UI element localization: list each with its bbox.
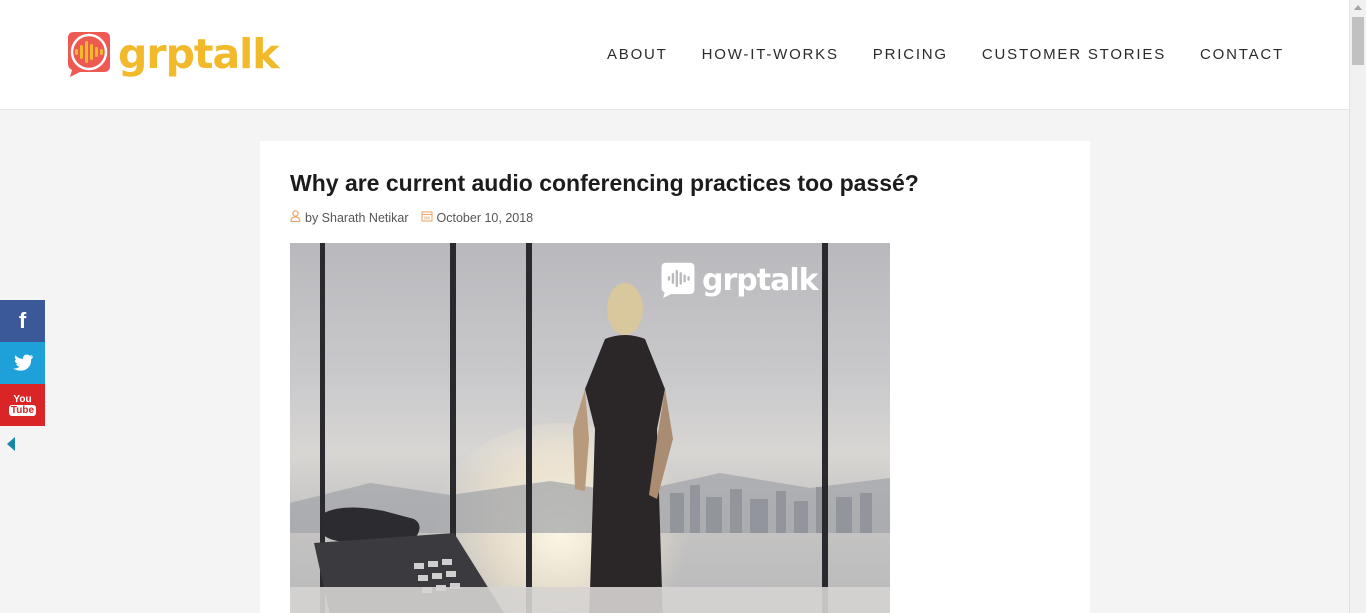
twitter-button[interactable] [0, 342, 45, 384]
nav-item-customer-stories[interactable]: CUSTOMER STORIES [982, 46, 1166, 63]
post-card: Why are current audio conferencing pract… [260, 141, 1090, 613]
post-title[interactable]: Why are current audio conferencing pract… [290, 170, 919, 197]
logo-wordmark: grptalk [118, 30, 280, 78]
window-frame [526, 243, 532, 613]
page-scrollbar[interactable] [1349, 0, 1366, 613]
post-meta: by Sharath Netikar October 10, 2018 [290, 210, 533, 225]
nav-item-contact[interactable]: CONTACT [1200, 46, 1284, 63]
window-frame [822, 243, 828, 613]
image-logo-text: grptalk [702, 262, 819, 298]
scroll-thumb[interactable] [1352, 17, 1364, 65]
twitter-icon [12, 354, 33, 371]
calendar-icon [420, 210, 433, 225]
youtube-you-text: You [13, 394, 32, 405]
scroll-up-arrow-icon[interactable] [1354, 5, 1362, 10]
site-header: grptalk ABOUT HOW-IT-WORKS PRICING CUSTO… [0, 0, 1349, 110]
image-watermark-logo: grptalk [660, 261, 819, 299]
post-date: October 10, 2018 [436, 210, 534, 225]
desk-surface [290, 587, 890, 613]
nav-item-how-it-works[interactable]: HOW-IT-WORKS [702, 46, 839, 63]
site-logo[interactable]: grptalk [66, 30, 280, 78]
grptalk-logo-white-icon [661, 262, 695, 298]
user-icon [290, 210, 301, 225]
hide-share-bar-arrow-icon[interactable] [7, 437, 15, 451]
youtube-icon: You Tube [8, 394, 37, 416]
featured-image[interactable]: grptalk [290, 243, 890, 613]
facebook-icon: f [18, 308, 27, 333]
nav-item-pricing[interactable]: PRICING [873, 46, 948, 63]
post-author[interactable]: by Sharath Netikar [305, 211, 409, 225]
youtube-tube-text: Tube [8, 405, 37, 416]
woman-silhouette [573, 283, 673, 613]
youtube-button[interactable]: You Tube [0, 384, 45, 426]
grptalk-logo-icon [68, 32, 110, 77]
facebook-button[interactable]: f [0, 300, 45, 342]
main-nav: ABOUT HOW-IT-WORKS PRICING CUSTOMER STOR… [607, 46, 1284, 63]
social-share-bar: f You Tube [0, 300, 45, 426]
nav-item-about[interactable]: ABOUT [607, 46, 668, 63]
